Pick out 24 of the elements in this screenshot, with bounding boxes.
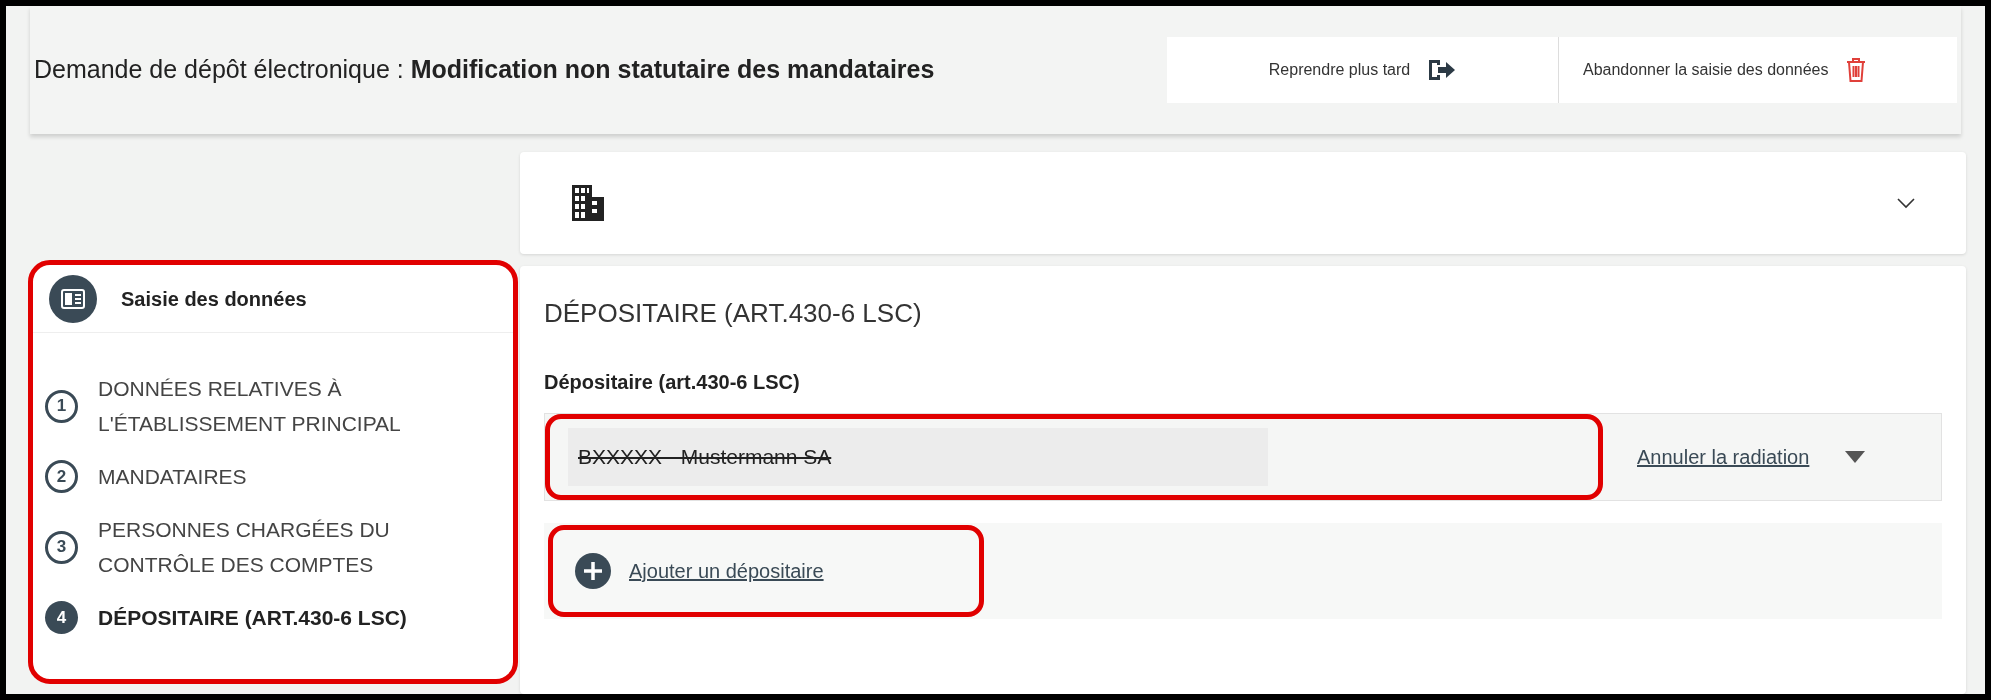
- discard-button[interactable]: Abandonner la saisie des données: [1559, 37, 1891, 103]
- trash-icon: [1844, 56, 1867, 84]
- field-label: Dépositaire (art.430-6 LSC): [544, 370, 801, 395]
- step-label[interactable]: DÉPOSITAIRE (ART.430-6 LSC): [98, 600, 407, 635]
- step-number: 2: [45, 460, 78, 493]
- step-label[interactable]: DONNÉES RELATIVES À L'ÉTABLISSEMENT PRINCIPAL: [98, 371, 497, 441]
- chevron-icon: [1896, 197, 1916, 209]
- step-number: 4: [45, 601, 78, 634]
- plus-icon: [575, 553, 611, 589]
- sidebar-heading: Saisie des données: [121, 286, 307, 312]
- add-depositary-link[interactable]: Ajouter un dépositaire: [548, 525, 984, 617]
- section-title: DÉPOSITAIRE (ART.430-6 LSC): [544, 297, 923, 330]
- building-icon: [570, 183, 606, 223]
- step-label[interactable]: MANDATAIRES: [98, 459, 247, 494]
- form-icon: [49, 274, 97, 323]
- exit-icon: [1426, 57, 1457, 83]
- step-label[interactable]: PERSONNES CHARGÉES DU CONTRÔLE DES COMPTES: [98, 512, 497, 582]
- resume-later-button[interactable]: Reprendre plus tard: [1167, 37, 1559, 103]
- caret-icon[interactable]: [1845, 451, 1866, 463]
- page-title: Demande de dépôt électronique : Modification non statutaire des mandataires: [34, 54, 935, 86]
- step-number: 3: [45, 530, 78, 564]
- step-number: 1: [45, 389, 78, 423]
- undo-removal-link[interactable]: Annuler la radiation: [1637, 442, 1810, 472]
- entry-field[interactable]: BXXXXX - Mustermann SA: [568, 428, 1268, 486]
